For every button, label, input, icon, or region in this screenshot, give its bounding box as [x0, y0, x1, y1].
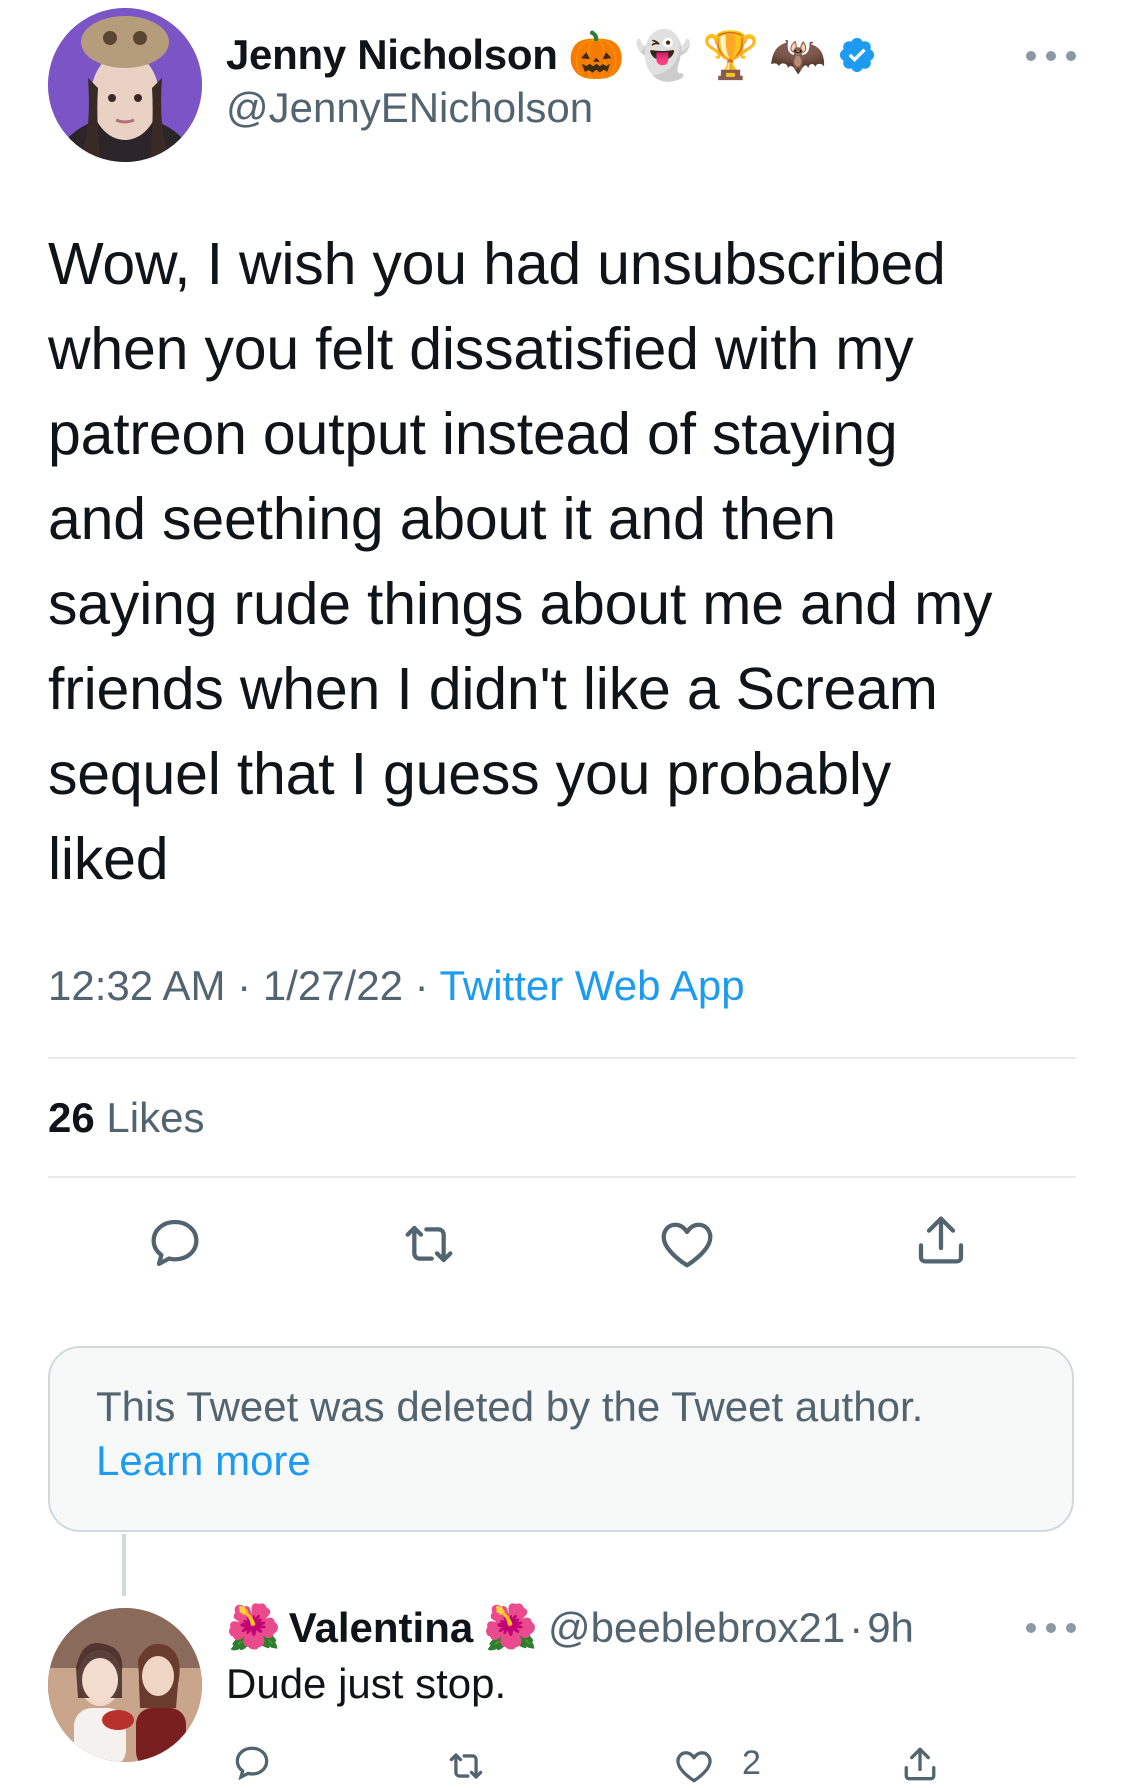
heart-icon[interactable] — [655, 1212, 719, 1276]
reply-icon[interactable] — [143, 1210, 207, 1274]
reply-age[interactable]: 9h — [867, 1604, 914, 1652]
share-icon[interactable] — [909, 1208, 973, 1272]
reply-share-icon[interactable] — [898, 1742, 942, 1786]
meta-separator: · — [237, 962, 252, 1009]
reply-like-count: 2 — [742, 1744, 761, 1782]
author-name-row[interactable]: Jenny Nicholson 🎃 👻 🏆 🦇 — [226, 22, 877, 88]
meta-separator: · — [414, 962, 429, 1009]
likes-summary[interactable]: 26 Likes — [48, 1094, 204, 1142]
deleted-tweet-text: This Tweet was deleted by the Tweet auth… — [96, 1383, 924, 1430]
hibiscus-emoji-icon: 🌺 — [483, 1602, 538, 1653]
trophy-emoji-icon: 🏆 — [702, 28, 760, 82]
learn-more-link[interactable]: Learn more — [96, 1434, 311, 1488]
tweet-text: Wow, I wish you had unsubscribed when yo… — [48, 231, 993, 892]
tweet-source-link[interactable]: Twitter Web App — [440, 962, 745, 1009]
reply-header: 🌺 Valentina 🌺 @beeblebrox21 · 9h — [226, 1600, 914, 1656]
tweet-time: 12:32 AM — [48, 962, 226, 1009]
reply-reply-icon[interactable] — [230, 1740, 274, 1784]
reply-heart-icon[interactable] — [672, 1744, 716, 1788]
author-avatar[interactable] — [48, 8, 202, 162]
likes-count: 26 — [48, 1094, 95, 1141]
author-handle[interactable]: @JennyENicholson — [226, 84, 593, 132]
retweet-icon[interactable] — [397, 1212, 461, 1276]
reply-display-name[interactable]: Valentina — [289, 1604, 473, 1652]
hibiscus-emoji-icon: 🌺 — [226, 1602, 281, 1653]
more-options-icon[interactable] — [1026, 48, 1076, 64]
tweet-date: 1/27/22 — [262, 962, 403, 1009]
divider — [48, 1176, 1076, 1178]
reply-separator: · — [849, 1604, 864, 1651]
tweet-meta: 12:32 AM · 1/27/22 · Twitter Web App — [48, 962, 745, 1010]
reply-more-options-icon[interactable] — [1026, 1620, 1076, 1636]
thread-connector-line — [122, 1534, 126, 1596]
reply-text: Dude just stop. — [226, 1660, 507, 1707]
likes-label: Likes — [106, 1094, 205, 1141]
ghost-emoji-icon: 👻 — [634, 28, 693, 82]
verified-badge-icon — [837, 35, 877, 75]
reply-retweet-icon[interactable] — [444, 1744, 488, 1788]
reply-author-avatar[interactable] — [48, 1608, 202, 1762]
pumpkin-emoji-icon: 🎃 — [567, 28, 625, 82]
bat-emoji-icon: 🦇 — [769, 28, 827, 82]
divider — [48, 1057, 1076, 1059]
reply-handle[interactable]: @beeblebrox21 — [548, 1604, 845, 1652]
author-display-name[interactable]: Jenny Nicholson — [226, 31, 558, 79]
